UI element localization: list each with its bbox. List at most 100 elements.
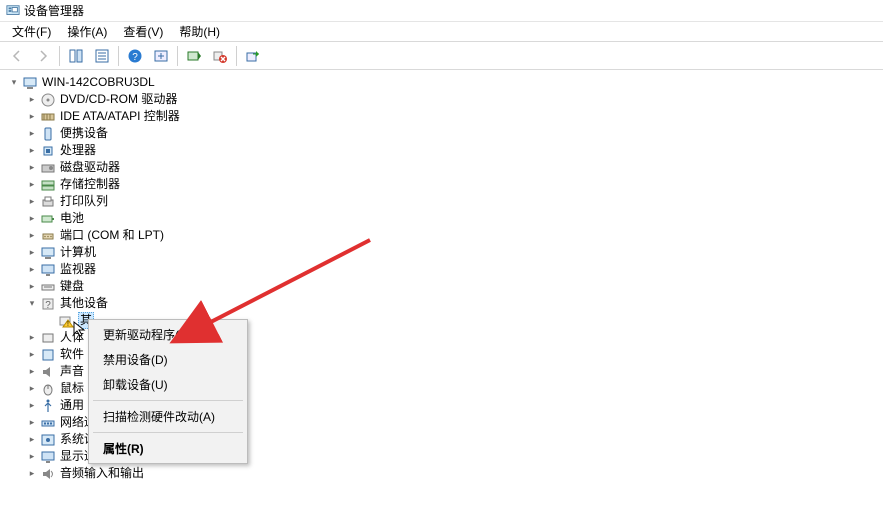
menu-file[interactable]: 文件(F) [4,21,59,42]
toolbar-sep [236,46,237,66]
network-icon [40,415,56,431]
show-hide-tree-button[interactable] [64,45,88,67]
controller-icon [40,109,56,125]
tree-item-label: 鼠标 [60,380,84,397]
toolbar-sep [118,46,119,66]
tree-item-label: 软件 [60,346,84,363]
nav-back-button[interactable] [5,45,29,67]
chevron-down-icon[interactable]: ▾ [8,77,20,89]
menu-action[interactable]: 操作(A) [59,21,115,42]
tree-item-label: 打印队列 [60,193,108,210]
menubar: 文件(F) 操作(A) 查看(V) 帮助(H) [0,22,883,42]
tree-item-label: 键盘 [60,278,84,295]
chevron-down-icon[interactable]: ▾ [26,298,38,310]
tree-item-label: 处理器 [60,142,96,159]
chevron-right-icon[interactable]: ▸ [26,128,38,140]
properties-button[interactable] [90,45,114,67]
cm-update-driver[interactable]: 更新驱动程序(P) [91,322,245,347]
tree-item-label: DVD/CD-ROM 驱动器 [60,91,177,108]
tree-root-row[interactable]: ▾ WIN-142COBRU3DL [8,74,883,91]
chevron-right-icon[interactable]: ▸ [26,196,38,208]
svg-text:?: ? [132,52,138,63]
chevron-right-icon[interactable]: ▸ [26,468,38,480]
nav-forward-button[interactable] [31,45,55,67]
sound-icon [40,364,56,380]
tree-item-label: 便携设备 [60,125,108,142]
cm-scan-hardware[interactable]: 扫描检测硬件改动(A) [91,404,245,429]
chevron-right-icon[interactable]: ▸ [26,111,38,123]
help-button[interactable]: ? [123,45,147,67]
expander-blank [44,315,56,327]
tree-item-label: 磁盘驱动器 [60,159,120,176]
tree-item-label: 监视器 [60,261,96,278]
chevron-right-icon[interactable]: ▸ [26,349,38,361]
chevron-right-icon[interactable]: ▸ [26,383,38,395]
toolbar: ? [0,42,883,70]
chevron-right-icon[interactable]: ▸ [26,264,38,276]
tree-item-label: 音频输入和输出 [60,465,144,482]
display-icon [40,449,56,465]
tree-item-monitor[interactable]: ▸ 监视器 [8,261,883,278]
menu-view[interactable]: 查看(V) [115,21,171,42]
cm-disable-device[interactable]: 禁用设备(D) [91,347,245,372]
computer-icon [22,75,38,91]
toolbar-sep [59,46,60,66]
tree-item-disk[interactable]: ▸ 磁盘驱动器 [8,159,883,176]
chevron-right-icon[interactable]: ▸ [26,145,38,157]
tree-item-label: 存储控制器 [60,176,120,193]
cpu-icon [40,143,56,159]
tree-item-label: IDE ATA/ATAPI 控制器 [60,108,180,125]
update-driver-button[interactable] [241,45,265,67]
chevron-right-icon[interactable]: ▸ [26,332,38,344]
chevron-right-icon[interactable]: ▸ [26,162,38,174]
tree-item-label: 其他设备 [60,295,108,312]
tree-item-audio[interactable]: ▸ 音频输入和输出 [8,465,883,482]
app-icon [6,4,20,18]
context-menu: 更新驱动程序(P) 禁用设备(D) 卸载设备(U) 扫描检测硬件改动(A) 属性… [88,319,248,464]
toolbar-sep [177,46,178,66]
pc-icon [40,245,56,261]
scan-hardware-button[interactable] [182,45,206,67]
tree-item-other[interactable]: ▾ ? 其他设备 [8,295,883,312]
chevron-right-icon[interactable]: ▸ [26,451,38,463]
tree-item-ide[interactable]: ▸ IDE ATA/ATAPI 控制器 [8,108,883,125]
chevron-right-icon[interactable]: ▸ [26,213,38,225]
titlebar: 设备管理器 [0,0,883,22]
tree-item-label: 人体 [60,329,84,346]
chevron-right-icon[interactable]: ▸ [26,281,38,293]
disc-icon [40,92,56,108]
tree-item-dvd[interactable]: ▸ DVD/CD-ROM 驱动器 [8,91,883,108]
cm-uninstall-device[interactable]: 卸载设备(U) [91,372,245,397]
cm-properties[interactable]: 属性(R) [91,436,245,461]
audio-icon [40,466,56,482]
tree-item-label: 声音 [60,363,84,380]
tree-item-printqueue[interactable]: ▸ 打印队列 [8,193,883,210]
tree-item-label: 电池 [60,210,84,227]
chevron-right-icon[interactable]: ▸ [26,400,38,412]
usb-icon [40,398,56,414]
port-icon [40,228,56,244]
chevron-right-icon[interactable]: ▸ [26,366,38,378]
chevron-right-icon[interactable]: ▸ [26,247,38,259]
tree-item-portable[interactable]: ▸ 便携设备 [8,125,883,142]
tree-item-keyboard[interactable]: ▸ 键盘 [8,278,883,295]
tree-item-ports[interactable]: ▸ 端口 (COM 和 LPT) [8,227,883,244]
window-title: 设备管理器 [24,0,84,22]
chevron-right-icon[interactable]: ▸ [26,230,38,242]
chevron-right-icon[interactable]: ▸ [26,434,38,446]
action-button[interactable] [149,45,173,67]
chevron-right-icon[interactable]: ▸ [26,179,38,191]
tree-item-cpu[interactable]: ▸ 处理器 [8,142,883,159]
disk-icon [40,160,56,176]
chevron-right-icon[interactable]: ▸ [26,94,38,106]
tree-item-storage[interactable]: ▸ 存储控制器 [8,176,883,193]
hid-icon [40,330,56,346]
svg-text:?: ? [45,300,51,311]
chevron-right-icon[interactable]: ▸ [26,417,38,429]
uninstall-button[interactable] [208,45,232,67]
tree-item-battery[interactable]: ▸ 电池 [8,210,883,227]
menu-help[interactable]: 帮助(H) [171,21,228,42]
cm-separator [93,400,243,401]
tree-item-computer[interactable]: ▸ 计算机 [8,244,883,261]
tree-item-label: 通用 [60,397,84,414]
